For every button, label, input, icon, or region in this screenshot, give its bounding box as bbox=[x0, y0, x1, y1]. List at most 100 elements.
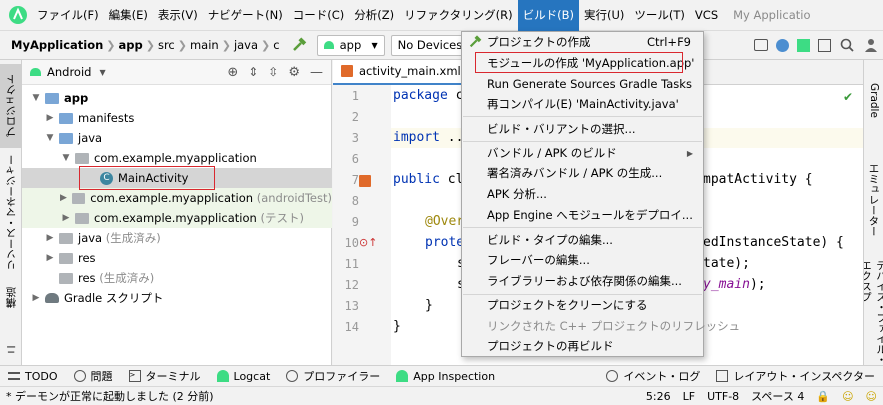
menu-item-build-bundle-apk[interactable]: バンドル / APK のビルド ▶ bbox=[462, 143, 703, 163]
chevron-right-icon[interactable]: ▶ bbox=[44, 253, 56, 263]
expand-all-icon[interactable]: ⇳ bbox=[268, 65, 278, 79]
project-view-select[interactable]: Android bbox=[47, 65, 91, 79]
tool-layout-inspector[interactable]: レイアウト・インスペクター bbox=[716, 368, 875, 384]
tree-item-app[interactable]: ▼ app bbox=[22, 88, 332, 108]
profile-icon[interactable] bbox=[818, 38, 831, 52]
build-hammer-icon[interactable] bbox=[291, 37, 307, 53]
override-marker-icon[interactable]: ⊙↑ bbox=[359, 236, 377, 249]
code-line-11-tail[interactable]: tate); bbox=[703, 256, 750, 271]
lock-icon[interactable]: 🔒 bbox=[816, 390, 830, 403]
menu-item-generate-signed[interactable]: 署名済みバンドル / APK の生成... bbox=[462, 163, 703, 183]
menu-item-edit-build-types[interactable]: ビルド・タイプの編集... bbox=[462, 230, 703, 250]
device-select[interactable]: No Devices bbox=[390, 34, 471, 56]
menu-edit[interactable]: 編集(E) bbox=[104, 0, 153, 31]
chevron-down-icon[interactable]: ▼ bbox=[30, 93, 42, 103]
tab-resource-manager[interactable]: リソース・マネージャー bbox=[0, 152, 22, 272]
chevron-right-icon[interactable]: ▶ bbox=[44, 233, 56, 243]
tree-item-res[interactable]: ▶ res bbox=[22, 248, 332, 268]
layout-preview-icon[interactable] bbox=[359, 175, 371, 187]
tree-item-java-generated[interactable]: ▶ java (生成済み) bbox=[22, 228, 332, 248]
tool-terminal[interactable]: > ターミナル bbox=[128, 368, 201, 384]
tab-emulator[interactable]: エミュレーター bbox=[864, 150, 883, 250]
tool-todo[interactable]: TODO bbox=[8, 370, 58, 383]
avd-manager-icon[interactable] bbox=[754, 39, 768, 51]
status-message[interactable]: * デーモンが正常に起動しました (2 分前) bbox=[0, 388, 640, 404]
chevron-right-icon[interactable]: ▶ bbox=[58, 193, 69, 203]
menu-analyze[interactable]: 分析(Z) bbox=[349, 0, 399, 31]
tree-item-java[interactable]: ▼ java bbox=[22, 128, 332, 148]
minimize-icon[interactable]: — bbox=[310, 65, 323, 80]
code-line-10[interactable]: prote bbox=[425, 235, 464, 250]
breadcrumb-main[interactable]: main bbox=[187, 38, 222, 52]
code-line-3[interactable]: import ... bbox=[393, 130, 471, 145]
chevron-down-icon[interactable]: ▼ bbox=[99, 68, 105, 77]
indent-setting[interactable]: スペース 4 bbox=[751, 388, 804, 404]
tool-event-log[interactable]: イベント・ログ bbox=[606, 368, 700, 384]
chevron-down-icon[interactable]: ▼ bbox=[60, 153, 72, 163]
sync-gradle-icon[interactable] bbox=[776, 38, 789, 52]
menu-item-rebuild-project[interactable]: プロジェクトの再ビルド bbox=[462, 336, 703, 356]
chevron-down-icon[interactable]: ▼ bbox=[44, 133, 56, 143]
caret-position[interactable]: 5:26 bbox=[646, 390, 671, 403]
menu-run[interactable]: 実行(U) bbox=[579, 0, 629, 31]
inspection-ok-icon[interactable]: ✔ bbox=[843, 90, 853, 104]
account-icon[interactable] bbox=[863, 37, 879, 53]
tool-app-inspection[interactable]: App Inspection bbox=[396, 370, 495, 383]
tree-item-package[interactable]: ▼ com.example.myapplication bbox=[22, 148, 332, 168]
locate-icon[interactable]: ⊕ bbox=[227, 65, 238, 80]
tree-item-package-test[interactable]: ▶ com.example.myapplication (テスト) bbox=[22, 208, 332, 228]
tab-project[interactable]: プロジェクト bbox=[0, 64, 22, 148]
collapse-all-icon[interactable]: ⇕ bbox=[248, 65, 258, 79]
tool-problems[interactable]: 問題 bbox=[73, 368, 113, 384]
menu-navigate[interactable]: ナビゲート(N) bbox=[203, 0, 288, 31]
tab-device-file-explorer[interactable]: デバイス・ファイル・エクスプ bbox=[864, 260, 883, 365]
menu-vcs[interactable]: VCS bbox=[690, 0, 723, 31]
menu-code[interactable]: コード(C) bbox=[288, 0, 350, 31]
code-line-9[interactable]: @Over bbox=[425, 214, 464, 229]
menu-refactor[interactable]: リファクタリング(R) bbox=[399, 0, 518, 31]
menu-item-recompile[interactable]: 再コンパイル(E) 'MainActivity.java' bbox=[462, 94, 703, 114]
breadcrumb-module[interactable]: app bbox=[116, 38, 146, 52]
code-line-7-tail[interactable]: mpatActivity { bbox=[703, 172, 813, 187]
menu-view[interactable]: 表示(V) bbox=[153, 0, 203, 31]
tab-structure[interactable]: 構造 bbox=[0, 278, 22, 318]
tree-item-package-androidtest[interactable]: ▶ com.example.myapplication (androidTest… bbox=[22, 188, 332, 208]
chevron-right-icon[interactable]: ▶ bbox=[60, 213, 72, 223]
menu-item-edit-dependencies[interactable]: ライブラリーおよび依存関係の編集... bbox=[462, 271, 703, 291]
menu-tools[interactable]: ツール(T) bbox=[629, 0, 690, 31]
run-config-select[interactable]: app ▼ bbox=[316, 34, 385, 56]
sdk-manager-icon[interactable] bbox=[797, 38, 810, 52]
breadcrumb-package[interactable]: c bbox=[270, 38, 282, 52]
breadcrumb-java[interactable]: java bbox=[231, 38, 261, 52]
tool-profiler[interactable]: プロファイラー bbox=[286, 368, 380, 384]
search-icon[interactable] bbox=[839, 37, 855, 53]
tab-extra[interactable]: ニ bbox=[0, 336, 22, 364]
menu-build[interactable]: ビルド(B) bbox=[517, 0, 580, 31]
menu-item-run-generate-sources[interactable]: Run Generate Sources Gradle Tasks bbox=[462, 74, 703, 94]
code-line-13[interactable]: } bbox=[425, 298, 433, 313]
menu-item-deploy-app-engine[interactable]: App Engine へモジュールをデプロイ... bbox=[462, 205, 703, 225]
menu-item-analyze-apk[interactable]: APK 分析... bbox=[462, 184, 703, 204]
breadcrumb-project[interactable]: MyApplication bbox=[8, 38, 106, 52]
tab-activity-main-xml[interactable]: activity_main.xml bbox=[333, 59, 471, 85]
tool-logcat[interactable]: Logcat bbox=[216, 370, 270, 383]
code-line-14[interactable]: } bbox=[393, 319, 401, 334]
tab-gradle[interactable]: Gradle bbox=[864, 70, 883, 130]
menu-item-clean-project[interactable]: プロジェクトをクリーンにする bbox=[462, 295, 703, 315]
line-separator[interactable]: LF bbox=[683, 390, 695, 403]
tree-item-gradle-scripts[interactable]: ▶ Gradle スクリプト bbox=[22, 288, 332, 308]
feedback-icon[interactable]: ☺ bbox=[842, 390, 853, 403]
menu-item-select-build-variant[interactable]: ビルド・バリアントの選択... bbox=[462, 119, 703, 139]
tree-item-res-generated[interactable]: res (生成済み) bbox=[22, 268, 332, 288]
menu-item-make-project[interactable]: プロジェクトの作成 Ctrl+F9 bbox=[462, 32, 703, 52]
code-line-12-tail[interactable]: y_main); bbox=[703, 277, 766, 292]
file-encoding[interactable]: UTF-8 bbox=[707, 390, 739, 403]
gear-icon[interactable]: ⚙ bbox=[288, 65, 300, 80]
chevron-right-icon[interactable]: ▶ bbox=[44, 113, 56, 123]
notifications-icon[interactable]: ☺ bbox=[866, 390, 877, 403]
code-line-7[interactable]: public cl bbox=[393, 172, 463, 187]
menu-item-edit-flavors[interactable]: フレーバーの編集... bbox=[462, 250, 703, 270]
menu-file[interactable]: ファイル(F) bbox=[32, 0, 104, 31]
chevron-right-icon[interactable]: ▶ bbox=[30, 293, 42, 303]
code-line-10-tail[interactable]: edInstanceState) { bbox=[703, 235, 844, 250]
